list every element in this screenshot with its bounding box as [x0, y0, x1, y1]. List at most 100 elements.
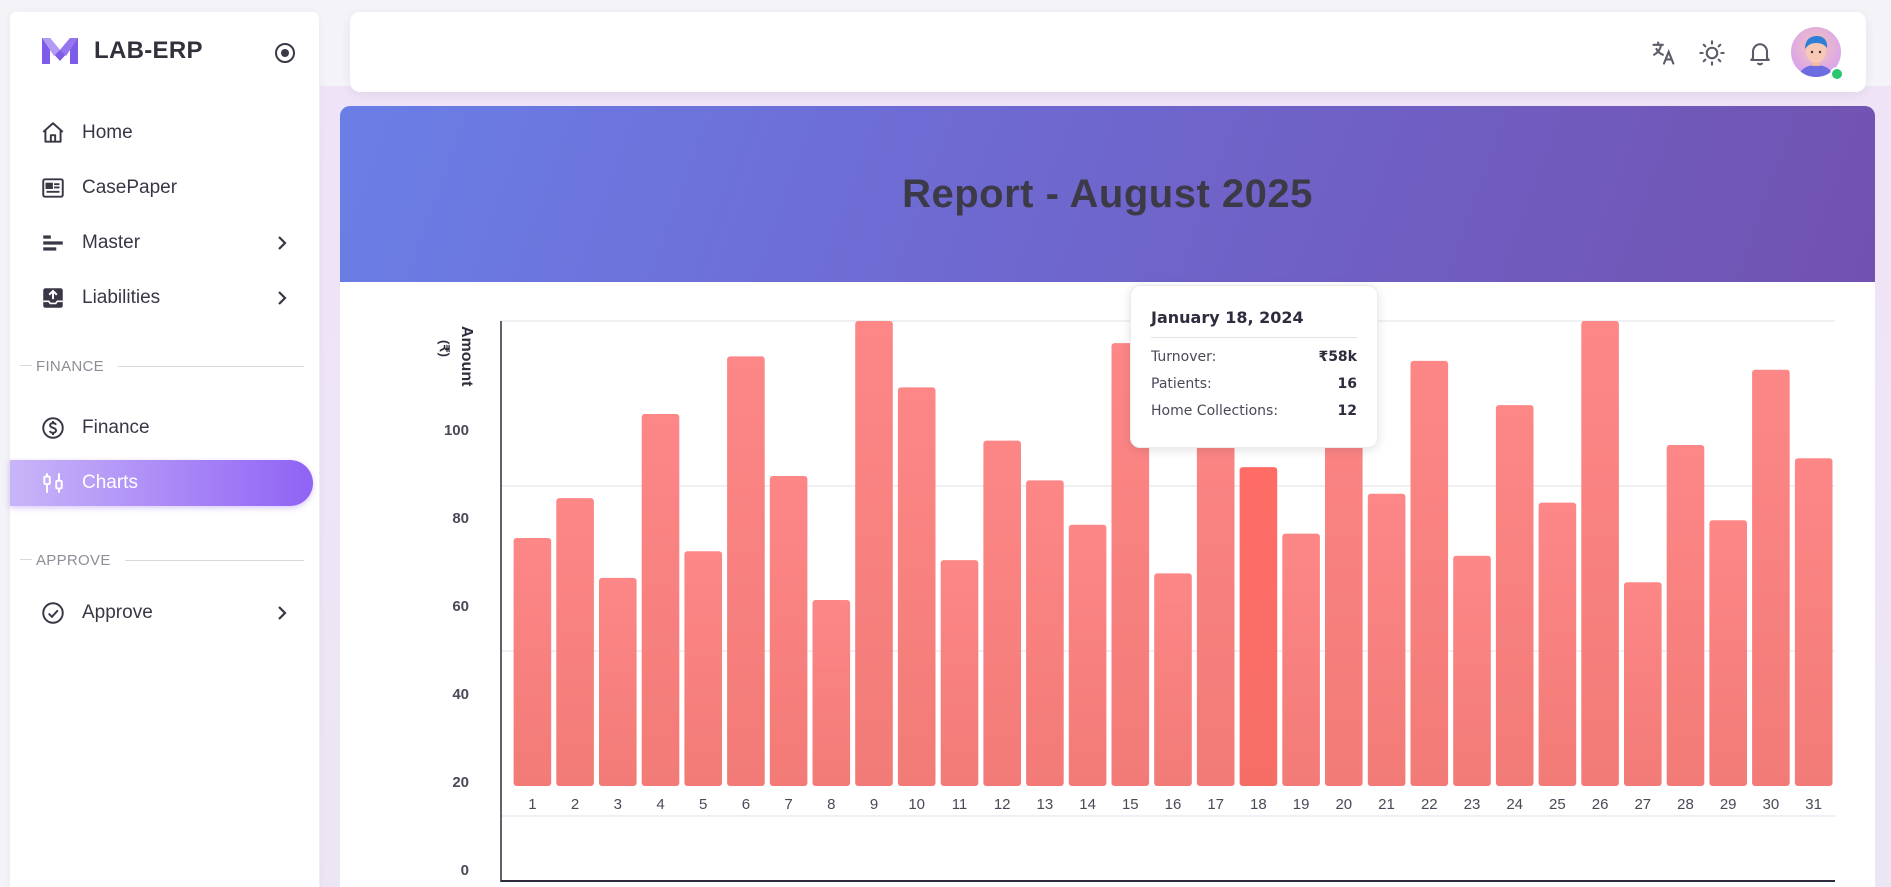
sidebar-item-label: Home	[82, 122, 133, 143]
bar-chart: 1 2 3 4 5 6 7 8 9 10 11 12 13 14 15 16 17 18 19 20 21 22 23 24 2…	[437, 320, 1835, 882]
y-tick-label: 100	[444, 422, 469, 439]
newspaper-icon	[40, 175, 66, 201]
chevron-right-icon	[278, 236, 287, 250]
bar[interactable]	[1154, 573, 1192, 786]
x-tick-label: 15	[1122, 796, 1139, 813]
x-tick-label: 26	[1592, 796, 1609, 813]
sidebar-toggle-icon[interactable]	[275, 43, 295, 63]
sidebar-item-liabilities[interactable]: Liabilities	[10, 275, 314, 321]
check-circle-icon	[40, 600, 66, 626]
x-tick-label: 19	[1293, 796, 1310, 813]
home-icon	[40, 120, 66, 146]
brand[interactable]: LAB-ERP	[40, 34, 203, 68]
y-tick-label: 20	[452, 774, 469, 791]
bar[interactable]	[1026, 480, 1064, 786]
x-tick-label: 14	[1079, 796, 1096, 813]
x-tick-label: 8	[827, 796, 835, 813]
chevron-right-icon	[278, 291, 287, 305]
sidebar-item-label: Master	[82, 232, 141, 253]
bar[interactable]	[1666, 445, 1705, 786]
x-tick-label: 30	[1763, 796, 1780, 813]
x-tick-label: 28	[1677, 796, 1694, 813]
bar[interactable]	[599, 577, 637, 786]
x-tick-label: 25	[1549, 796, 1566, 813]
bar[interactable]	[641, 414, 680, 786]
bar[interactable]	[855, 321, 893, 786]
bar[interactable]	[1367, 493, 1406, 786]
page-title: Report - August 2025	[902, 171, 1313, 216]
x-tick-label: 22	[1421, 796, 1438, 813]
x-tick-label: 11	[952, 796, 968, 813]
bar[interactable]	[1410, 360, 1449, 786]
y-axis-label: Amount(₹)	[437, 326, 475, 387]
sidebar-item-home[interactable]: Home	[10, 110, 314, 156]
bar[interactable]	[727, 356, 765, 786]
bar[interactable]	[556, 498, 594, 786]
dollar-circle-icon	[40, 415, 66, 441]
bar[interactable]	[1709, 520, 1747, 786]
bar[interactable]	[769, 476, 808, 786]
translate-icon[interactable]	[1650, 39, 1678, 67]
bar[interactable]	[1752, 369, 1790, 786]
sidebar-item-label: Finance	[82, 417, 150, 438]
x-tick-label: 16	[1165, 796, 1182, 813]
bar[interactable]	[1624, 582, 1662, 786]
x-tick-label: 5	[699, 796, 707, 813]
x-tick-label: 2	[571, 796, 579, 813]
online-status-badge	[1830, 67, 1844, 81]
report-header: Report - August 2025	[340, 106, 1875, 282]
tooltip-date: January 18, 2024	[1151, 308, 1357, 338]
x-tick-label: 10	[908, 796, 925, 813]
inbox-upload-icon	[40, 285, 66, 311]
section-header-approve: APPROVE	[20, 550, 304, 570]
bar[interactable]	[940, 560, 979, 786]
bar[interactable]	[1495, 405, 1534, 786]
bar[interactable]	[1282, 533, 1320, 786]
y-tick-label: 0	[461, 862, 469, 879]
topbar	[350, 12, 1866, 92]
bell-icon[interactable]	[1746, 39, 1774, 67]
bar[interactable]	[983, 440, 1021, 786]
sidebar-item-master[interactable]: Master	[10, 220, 314, 266]
x-tick-label: 27	[1634, 796, 1651, 813]
x-tick-label: 4	[656, 796, 664, 813]
app-name: LAB-ERP	[94, 37, 203, 64]
y-tick-label: 80	[452, 510, 469, 527]
adjustments-icon	[40, 470, 66, 496]
chart-tooltip: January 18, 2024 Turnover: ₹58k Patients…	[1130, 285, 1378, 448]
sidebar-item-approve[interactable]: Approve	[10, 590, 314, 636]
x-tick-label: 31	[1805, 796, 1822, 813]
sidebar-item-casepaper[interactable]: CasePaper	[10, 165, 314, 211]
x-tick-label: 9	[870, 796, 878, 813]
x-tick-label: 7	[784, 796, 792, 813]
sun-icon[interactable]	[1698, 39, 1726, 67]
bar[interactable]	[1453, 555, 1491, 786]
align-left-icon	[40, 230, 66, 256]
bar[interactable]	[684, 551, 722, 786]
sidebar-item-finance[interactable]: Finance	[10, 405, 314, 451]
bar[interactable]	[1239, 467, 1278, 786]
bar[interactable]	[897, 387, 936, 786]
x-tick-label: 21	[1378, 796, 1395, 813]
section-header-finance: FINANCE	[20, 356, 304, 376]
bar[interactable]	[1068, 524, 1107, 786]
chart-card: 1 2 3 4 5 6 7 8 9 10 11 12 13 14 15 16 17 18 19 20 21 22 23 24 2…	[340, 282, 1875, 887]
x-tick-label: 3	[614, 796, 622, 813]
tooltip-row-patients: Patients: 16	[1151, 376, 1357, 392]
x-tick-label: 20	[1335, 796, 1352, 813]
x-tick-label: 12	[994, 796, 1011, 813]
bar[interactable]	[812, 600, 851, 786]
brand-logo-icon	[42, 38, 78, 64]
bar[interactable]	[1794, 458, 1833, 786]
bar[interactable]	[1538, 502, 1577, 786]
bar[interactable]	[513, 538, 552, 786]
sidebar-item-label: Liabilities	[82, 287, 161, 308]
x-tick-label: 1	[528, 796, 536, 813]
bar[interactable]	[1581, 321, 1619, 786]
tooltip-row-home-collections: Home Collections: 12	[1151, 403, 1357, 419]
sidebar-item-label: CasePaper	[82, 177, 178, 198]
x-tick-label: 17	[1207, 796, 1224, 813]
sidebar-item-charts[interactable]: Charts	[10, 460, 313, 506]
chevron-right-icon	[278, 606, 287, 620]
sidebar: LAB-ERP Home CasePaper Master Liabilitie…	[10, 12, 319, 887]
